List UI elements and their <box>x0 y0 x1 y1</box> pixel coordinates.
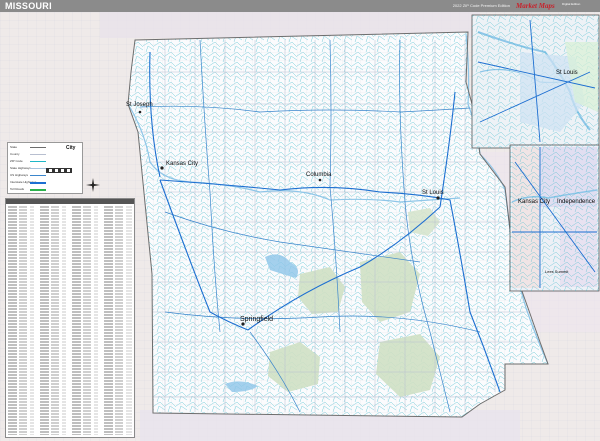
city-label-kansas-city: Kansas City <box>166 161 199 167</box>
legend-swatch-us-highways <box>30 175 46 176</box>
kansas-city-dot <box>160 166 164 170</box>
logo-side-text: Digital Edition <box>562 2 581 6</box>
city-label-st-joseph: St Joseph <box>126 102 153 108</box>
map-title: MISSOURI <box>5 1 52 11</box>
legend-label-county: County <box>10 152 20 156</box>
inset-label-independence: Independence <box>557 199 596 205</box>
columbia-dot <box>318 178 322 182</box>
st-louis-inset[interactable] <box>471 14 600 149</box>
scale-bar <box>46 168 72 173</box>
inset-label-kansas-city: Kansas City <box>518 199 551 205</box>
st-joseph-dot <box>138 110 142 114</box>
market-maps-logo: Market Maps Digital Edition <box>516 1 596 11</box>
legend-swatch-county <box>30 154 46 155</box>
city-label-st-louis: St Louis <box>422 190 444 196</box>
legend-swatch-interstate <box>30 182 46 184</box>
legend-label-zip: ZIP Code <box>10 159 23 163</box>
city-label-springfield: Springfield <box>240 316 274 323</box>
city-index-table <box>5 198 135 438</box>
city-index-entries <box>8 206 132 435</box>
logo-text: Market Maps <box>516 2 555 10</box>
edition-label: 2022 ZIP Code Premium Edition <box>452 3 510 8</box>
legend-swatch-state-highways <box>30 168 46 169</box>
legend-city-label: City <box>66 145 76 151</box>
title-bar: MISSOURI 2022 ZIP Code Premium Edition M… <box>0 0 600 12</box>
legend-label-us-highways: US Highways <box>10 173 29 177</box>
city-label-columbia: Columbia <box>306 172 332 178</box>
city-index-header <box>6 199 134 204</box>
legend-swatch-toll <box>30 189 46 191</box>
legend-label-toll: Toll Roads <box>10 187 25 191</box>
compass-rose-icon <box>86 178 100 192</box>
map-poster: MISSOURI 2022 ZIP Code Premium Edition M… <box>0 0 600 441</box>
legend-swatch-zip <box>30 161 46 162</box>
legend-swatch-state <box>30 147 46 148</box>
legend-label-state: State <box>10 145 18 149</box>
inset-label-lees-summit: Lees Summit <box>545 269 569 274</box>
legend-label-state-highways: State Highways <box>10 166 31 170</box>
inset-label-st-louis: St Louis <box>556 70 578 76</box>
